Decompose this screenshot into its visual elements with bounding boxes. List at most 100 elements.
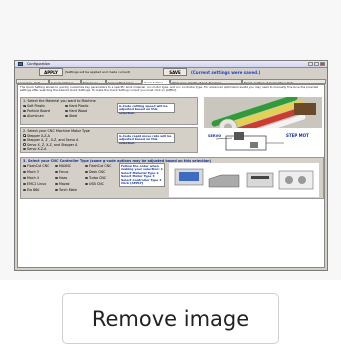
- image-preview-card: Configuration APPLY (Settings will be ap…: [0, 0, 341, 280]
- radio-icon: [65, 109, 68, 113]
- option-label: Soft Plastic: [26, 104, 46, 108]
- controller-option[interactable]: MAXNC: [55, 164, 71, 168]
- radio-icon: [23, 143, 26, 146]
- stepper-label: STEP MOT: [286, 133, 309, 138]
- radio-icon: [23, 114, 26, 118]
- material-option[interactable]: Particle Board: [23, 109, 50, 113]
- controller-option[interactable]: USB CNC: [85, 182, 104, 186]
- motor-option[interactable]: Servo X-Z-A: [23, 147, 46, 151]
- motor-section: 2. Select your CNC Machine Motor Type St…: [20, 127, 198, 153]
- toolbar: APPLY (Settings will be applied and made…: [15, 68, 327, 78]
- quick-setting-panel: The Quick Setting allows to quickly cust…: [17, 84, 325, 268]
- option-label: Steel: [68, 114, 78, 118]
- saved-status: (Current settings were saved.): [191, 69, 261, 75]
- material-title: 1. Select the Material you want to Machi…: [23, 98, 96, 103]
- option-label: Mach 4: [26, 176, 39, 180]
- option-label: Stepper X, Z , X-Z, and Servo A: [26, 138, 79, 142]
- controller-image: [169, 163, 319, 197]
- radio-icon: [23, 176, 26, 180]
- radio-icon: [23, 104, 26, 108]
- close-icon[interactable]: [320, 61, 325, 66]
- configuration-screenshot: Configuration APPLY (Settings will be ap…: [14, 60, 328, 271]
- option-label: FlashCut CNC: [88, 164, 112, 168]
- radio-icon: [65, 114, 68, 118]
- window-title: Configuration: [27, 62, 50, 66]
- radio-icon: [85, 170, 88, 174]
- motor-title: 2. Select your CNC Machine Motor Type: [23, 128, 90, 133]
- controller-option[interactable]: EMC2 Linux: [23, 182, 46, 186]
- radio-icon: [23, 109, 26, 113]
- radio-icon: [23, 138, 26, 142]
- option-label: Servo X-Z-A: [26, 147, 47, 151]
- radio-icon: [55, 164, 58, 168]
- maximize-icon[interactable]: [314, 61, 319, 66]
- radio-icon: [23, 147, 26, 151]
- option-label: Particle Board: [26, 109, 50, 113]
- option-label: MAXNC: [58, 164, 72, 168]
- radio-icon: [85, 182, 88, 186]
- option-label: Desk CNC: [88, 170, 106, 174]
- radio-icon: [23, 182, 26, 186]
- radio-icon: [23, 134, 26, 137]
- apply-button[interactable]: APPLY: [39, 68, 63, 76]
- radio-icon: [23, 164, 26, 168]
- controller-help: Follow the order when making your select…: [119, 163, 165, 187]
- option-label: Hard Wood: [68, 109, 88, 113]
- remove-image-button[interactable]: Remove image: [62, 293, 279, 344]
- radio-icon: [55, 182, 58, 186]
- radio-icon: [23, 188, 26, 192]
- option-label: Mazak: [58, 182, 70, 186]
- motor-option[interactable]: Stepper X, Z , X-Z, and Servo A: [23, 138, 78, 142]
- option-label: Ela 860: [26, 188, 40, 192]
- radio-icon: [23, 170, 26, 174]
- option-label: Torch Mate: [58, 188, 77, 192]
- controller-option[interactable]: FlashCut CNC: [85, 164, 111, 168]
- material-option[interactable]: Aluminum: [23, 114, 44, 118]
- radio-icon: [85, 164, 88, 168]
- option-label: EMC2 Linux: [26, 182, 47, 186]
- radio-icon: [55, 188, 58, 192]
- controller-option[interactable]: Haas: [55, 176, 67, 180]
- apply-note: (Settings will be applied and made curre…: [65, 70, 131, 74]
- option-label: Haas: [58, 176, 68, 180]
- motor-option[interactable]: Stepper X-Z-A: [23, 134, 50, 138]
- radio-icon: [85, 176, 88, 180]
- material-option[interactable]: Soft Plastic: [23, 104, 45, 108]
- option-label: Fanuc: [58, 170, 69, 174]
- controller-option[interactable]: Turbo CNC: [85, 176, 106, 180]
- controller-section: 3. Select your CNC Controller Type (some…: [20, 157, 324, 199]
- motor-diagram: STEP MOT SERVO: [204, 128, 322, 158]
- radio-icon: [65, 104, 68, 108]
- material-option[interactable]: Hard Plastic: [65, 104, 89, 108]
- controller-option[interactable]: Desk CNC: [85, 170, 105, 174]
- option-label: Servo X, Z, X-Z, and Stepper A: [26, 142, 78, 147]
- motor-hint: G-Code rapid move rate will be adjusted …: [117, 133, 175, 144]
- option-label: FlashCut CNC: [26, 164, 50, 168]
- save-button[interactable]: SAVE: [163, 68, 187, 76]
- minimize-icon[interactable]: [308, 61, 313, 66]
- option-label: Turbo CNC: [88, 176, 107, 180]
- material-section: 1. Select the Material you want to Machi…: [20, 97, 198, 125]
- radio-icon: [55, 170, 58, 174]
- option-label: Hard Plastic: [68, 104, 89, 108]
- option-label: Stepper X-Z-A: [26, 133, 50, 138]
- controller-option[interactable]: Mach 3: [23, 170, 39, 174]
- controller-option[interactable]: FlashCut CNC: [23, 164, 49, 168]
- controller-option[interactable]: Mazak: [55, 182, 70, 186]
- controller-option[interactable]: Ela 860: [23, 188, 39, 192]
- controller-option[interactable]: Torch Mate: [55, 188, 77, 192]
- motor-option[interactable]: Servo X, Z, X-Z, and Stepper A: [23, 143, 77, 147]
- option-label: USB CNC: [88, 182, 104, 186]
- option-label: Mach 3: [26, 170, 39, 174]
- intro-text: The Quick Setting allows to quickly cust…: [20, 85, 319, 93]
- window-titlebar: Configuration: [15, 61, 327, 68]
- material-hint: G-Code cutting speed will be adjusted ba…: [117, 103, 175, 114]
- servo-label: SERVO: [208, 134, 221, 138]
- controller-option[interactable]: Fanuc: [55, 170, 69, 174]
- option-label: Aluminum: [26, 114, 44, 118]
- app-icon: [18, 62, 23, 66]
- radio-icon: [55, 176, 58, 180]
- material-option[interactable]: Hard Wood: [65, 109, 87, 113]
- controller-option[interactable]: Mach 4: [23, 176, 39, 180]
- material-option[interactable]: Steel: [65, 114, 77, 118]
